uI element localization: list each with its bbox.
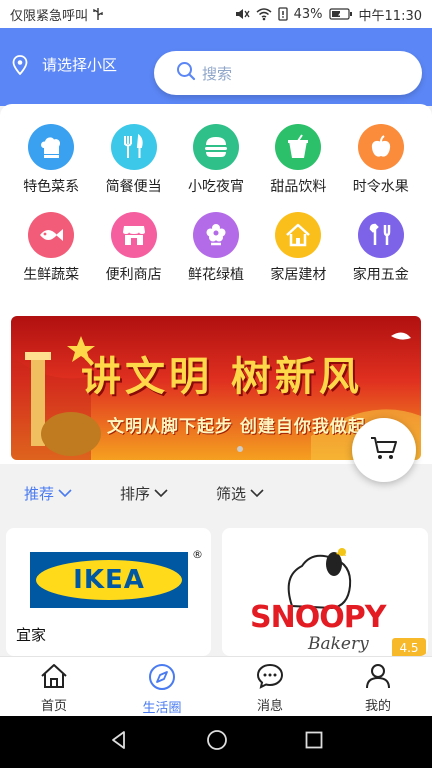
tab-messages-label: 消息	[256, 699, 283, 714]
filter-recommend[interactable]: 推荐	[24, 483, 72, 504]
tab-messages[interactable]: 消息	[216, 657, 324, 716]
category-label: 特色菜系	[23, 179, 80, 195]
category-item[interactable]: 家居建材	[257, 212, 339, 284]
rating-badge: 4.5	[392, 638, 426, 656]
flower-icon	[192, 212, 239, 258]
mute-icon	[234, 7, 250, 21]
burger-icon	[192, 124, 239, 170]
bottom-tab-bar: 首页 生活圈 消息 我的	[0, 656, 432, 716]
search-icon	[176, 61, 196, 85]
location-pin-icon[interactable]	[12, 55, 28, 79]
drink-cup-icon	[275, 124, 322, 170]
fork-knife-icon	[110, 124, 157, 170]
battery-icon	[328, 8, 353, 20]
category-label: 小吃夜宵	[187, 179, 244, 195]
category-item[interactable]: 时令水果	[340, 124, 422, 196]
shop-card[interactable]: SNOOPY Bakery 4.5	[222, 528, 428, 656]
category-label: 家居建材	[270, 267, 327, 283]
category-item[interactable]: 甜品饮料	[257, 124, 339, 196]
category-label: 生鲜蔬菜	[23, 267, 80, 283]
filter-recommend-label: 推荐	[24, 484, 55, 503]
back-icon[interactable]	[109, 730, 129, 754]
home-circle-icon[interactable]	[206, 729, 228, 755]
registered-mark: ®	[192, 548, 203, 561]
tab-life-circle-label: 生活圈	[142, 701, 182, 716]
category-label: 时令水果	[352, 179, 409, 195]
recents-icon[interactable]	[305, 731, 323, 753]
category-item[interactable]: 小吃夜宵	[175, 124, 257, 196]
location-selector[interactable]: 请选择小区	[42, 54, 117, 75]
snoopy-logo-subtext: Bakery	[308, 634, 369, 654]
tab-me[interactable]: 我的	[324, 657, 432, 716]
fish-icon	[28, 212, 75, 258]
chat-icon	[256, 663, 284, 693]
banner-subtitle: 文明从脚下起步 创建自你我做起	[107, 417, 366, 437]
header: 请选择小区 搜索	[0, 28, 432, 106]
category-item[interactable]: 生鲜蔬菜	[10, 212, 92, 284]
tab-life-circle[interactable]: 生活圈	[108, 657, 216, 716]
home-icon	[40, 663, 68, 693]
snoopy-logo-text: SNOOPY	[250, 600, 386, 635]
sim-alert-icon	[277, 7, 288, 21]
wifi-icon	[256, 7, 272, 21]
chevron-down-icon	[58, 484, 72, 502]
filter-sort-label: 排序	[120, 484, 151, 503]
filter-bar: 推荐 排序 筛选	[0, 470, 432, 516]
battery-percent: 43%	[293, 6, 323, 22]
store-icon	[110, 212, 157, 258]
app-screen: 仅限紧急呼叫 43% 中午11:30 请选择小区 搜索 特色菜系 简餐便当 小吃…	[0, 0, 432, 768]
tab-me-label: 我的	[364, 699, 391, 714]
category-label: 鲜花绿植	[187, 267, 244, 283]
search-box[interactable]: 搜索	[154, 51, 422, 95]
chevron-down-icon	[250, 484, 264, 502]
category-grid: 特色菜系 简餐便当 小吃夜宵 甜品饮料 时令水果 生鲜蔬菜 便利商店 鲜花绿植 …	[10, 124, 422, 284]
user-icon	[365, 663, 391, 693]
ikea-logo: IKEA	[30, 552, 188, 608]
system-nav-bar	[0, 716, 432, 768]
category-item[interactable]: 便利商店	[92, 212, 174, 284]
shop-name: 宜家	[16, 626, 47, 644]
usb-icon	[92, 7, 104, 21]
apple-icon	[357, 124, 404, 170]
category-item[interactable]: 简餐便当	[92, 124, 174, 196]
compass-icon	[148, 663, 176, 695]
status-emergency-text: 仅限紧急呼叫	[10, 8, 89, 24]
category-label: 简餐便当	[105, 179, 162, 195]
category-item[interactable]: 鲜花绿植	[175, 212, 257, 284]
category-label: 家用五金	[352, 267, 409, 283]
cart-icon	[370, 435, 398, 465]
chevron-down-icon	[154, 484, 168, 502]
chef-hat-icon	[28, 124, 75, 170]
shop-card[interactable]: IKEA ® 宜家	[6, 528, 211, 656]
tab-home-label: 首页	[40, 699, 67, 714]
banner-title: 讲文明 树新风	[81, 353, 363, 400]
tab-home[interactable]: 首页	[0, 657, 108, 716]
house-icon	[275, 212, 322, 258]
status-bar: 仅限紧急呼叫 43% 中午11:30	[0, 0, 432, 28]
filter-sort[interactable]: 排序	[120, 483, 168, 504]
carousel-indicator	[237, 446, 243, 452]
category-label: 甜品饮料	[270, 179, 327, 195]
filter-filter[interactable]: 筛选	[216, 483, 264, 504]
clock: 中午11:30	[358, 8, 422, 24]
category-item[interactable]: 特色菜系	[10, 124, 92, 196]
search-input[interactable]: 搜索	[202, 63, 232, 84]
category-item[interactable]: 家用五金	[340, 212, 422, 284]
ikea-logo-text: IKEA	[73, 565, 145, 595]
filter-filter-label: 筛选	[216, 484, 247, 503]
category-label: 便利商店	[105, 267, 162, 283]
tools-icon	[357, 212, 404, 258]
